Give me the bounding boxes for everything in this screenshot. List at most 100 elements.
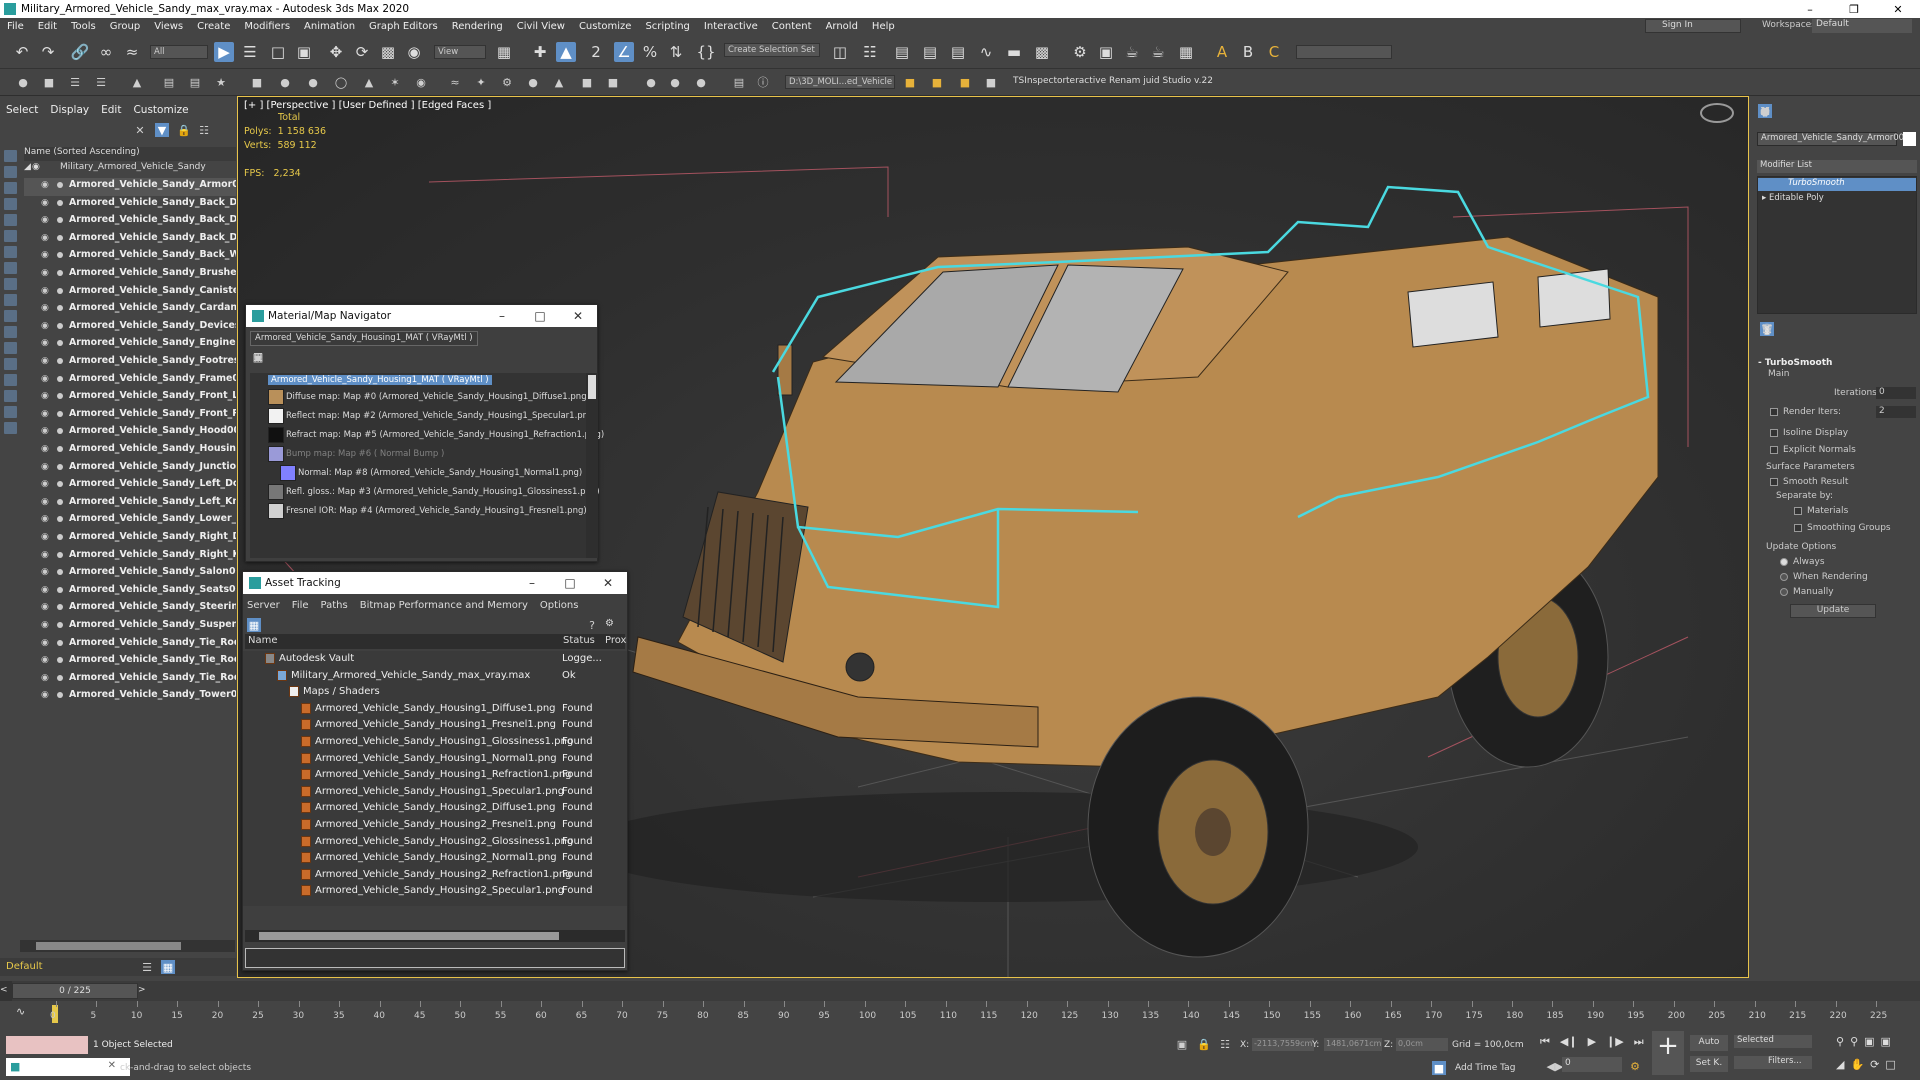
dope-icon[interactable]: ▤	[188, 75, 202, 89]
absolute-mode-icon[interactable]: ☷	[1218, 1037, 1232, 1051]
menu-modifiers[interactable]: Modifiers	[237, 21, 297, 32]
curve-editor-icon[interactable]: ∿	[976, 42, 996, 62]
geosphere-icon[interactable]: ●	[306, 75, 320, 89]
vray-cam-icon[interactable]: ●	[668, 75, 682, 89]
scene-object-row[interactable]: ◉ Armored_Vehicle_Sandy_Right_Knu	[24, 548, 236, 566]
minimize-button[interactable]: –	[513, 576, 551, 590]
visibility-eye-icon[interactable]: ◉	[41, 198, 51, 208]
materials-checkbox[interactable]	[1794, 506, 1802, 515]
sign-in-dropdown[interactable]: Sign In	[1645, 19, 1741, 33]
visibility-eye-icon[interactable]: ◉	[41, 215, 51, 225]
menu-help[interactable]: Help	[865, 21, 902, 32]
viewport-label[interactable]: [+ ] [Perspective ] [User Defined ] [Edg…	[244, 100, 491, 111]
table-view-icon[interactable]: ▦	[247, 618, 261, 632]
visibility-eye-icon[interactable]: ◉	[41, 514, 51, 524]
container-close-icon[interactable]: ■	[958, 75, 972, 89]
close-button[interactable]: ✕	[559, 309, 597, 323]
object-color-swatch[interactable]	[1903, 132, 1916, 146]
maximize-button[interactable]: □	[551, 576, 589, 590]
visibility-eye-icon[interactable]: ◉	[41, 462, 51, 472]
freeze-dot-icon[interactable]	[57, 393, 63, 400]
arnold-b-icon[interactable]: B	[1238, 42, 1258, 62]
time-slider-prev-icon[interactable]: <	[0, 981, 12, 1001]
visibility-eye-icon[interactable]: ◉	[41, 426, 51, 436]
freeze-dot-icon[interactable]	[57, 586, 63, 593]
key-filters-button[interactable]: Filters...	[1734, 1056, 1812, 1069]
display-filter-icon[interactable]	[4, 374, 17, 386]
link-icon[interactable]: 🔗	[70, 42, 90, 62]
maxscript-input[interactable]: ■ ✕	[6, 1058, 130, 1076]
arnold-c-icon[interactable]: C	[1264, 42, 1284, 62]
freeze-dot-icon[interactable]	[57, 516, 63, 523]
arnold-a-icon[interactable]: A	[1212, 42, 1232, 62]
display-filter-icon[interactable]	[4, 422, 17, 434]
select-object-icon[interactable]: ▶	[214, 42, 234, 62]
time-slider-thumb[interactable]: 0 / 225	[12, 983, 138, 999]
minimize-button[interactable]: –	[483, 309, 521, 323]
scrollbar-thumb[interactable]	[588, 375, 596, 399]
modifier-list-dropdown[interactable]: Modifier List	[1757, 160, 1917, 173]
z-coord-field[interactable]: 0,0cm	[1396, 1038, 1448, 1051]
hierarchy-toggle-icon[interactable]: ☷	[197, 123, 211, 137]
scene-object-row[interactable]: ◉ Armored_Vehicle_Sandy_Canisters0	[24, 284, 236, 302]
display-filter-icon[interactable]	[4, 326, 17, 338]
visibility-eye-icon[interactable]: ◉	[41, 550, 51, 560]
restore-button[interactable]: ❐	[1832, 3, 1876, 16]
menu-file[interactable]: File	[0, 21, 31, 32]
container-open-icon[interactable]: ■	[930, 75, 944, 89]
selection-filter-dropdown[interactable]: All	[150, 45, 208, 59]
asset-menu-server[interactable]: Server	[247, 600, 280, 611]
visibility-eye-icon[interactable]: ◉	[41, 374, 51, 384]
display-filter-icon[interactable]	[4, 230, 17, 242]
menu-tools[interactable]: Tools	[64, 21, 103, 32]
rendered-frame-window-icon[interactable]: ▣	[1096, 42, 1116, 62]
freeze-dot-icon[interactable]	[57, 428, 63, 435]
filter-icon[interactable]: ▼	[155, 123, 169, 137]
selection-lock-icon[interactable]: 🔒	[1197, 1037, 1211, 1051]
rotate-icon[interactable]: ⟳	[352, 42, 372, 62]
freeze-dot-icon[interactable]	[57, 340, 63, 347]
modifier-editable-poly[interactable]: ▸ Editable Poly	[1762, 193, 1824, 203]
graphite-icon[interactable]: ■	[42, 75, 56, 89]
vray-toolbar-icon[interactable]: ●	[694, 75, 708, 89]
scene-object-row[interactable]: ◉ Armored_Vehicle_Sandy_Brushes00	[24, 266, 236, 284]
isoline-display-checkbox[interactable]	[1770, 428, 1778, 437]
visibility-eye-icon[interactable]: ◉	[41, 303, 51, 313]
previous-frame-icon[interactable]: ◀❙	[1560, 1035, 1578, 1049]
asset-row[interactable]: Armored_Vehicle_Sandy_Housing1_Normal1.p…	[245, 751, 619, 768]
pan-icon[interactable]: ✋	[1850, 1058, 1864, 1071]
help-icon[interactable]: ?	[585, 618, 599, 632]
display-filter-icon[interactable]	[4, 310, 17, 322]
freeze-dot-icon[interactable]	[57, 322, 63, 329]
expand-toggle-icon[interactable]: ◢	[24, 162, 31, 172]
visibility-eye-icon[interactable]: ◉	[41, 567, 51, 577]
zoom-extents-icon[interactable]: ▣	[1864, 1035, 1874, 1048]
freeze-dot-icon[interactable]	[57, 182, 63, 188]
system-icon[interactable]: ⚙	[500, 75, 514, 89]
vray-sphere-icon[interactable]: ●	[644, 75, 658, 89]
asset-row[interactable]: Armored_Vehicle_Sandy_Housing1_Specular1…	[245, 784, 619, 801]
visibility-eye-icon[interactable]: ◉	[41, 655, 51, 665]
visibility-eye-icon[interactable]: ◉	[41, 180, 51, 190]
freeze-dot-icon[interactable]	[57, 481, 63, 488]
window-crossing-icon[interactable]: ▣	[294, 42, 314, 62]
scene-object-row[interactable]: ◉ Armored_Vehicle_Sandy_Tie_Rod_0	[24, 653, 236, 671]
freeze-dot-icon[interactable]	[57, 622, 63, 628]
torus-icon[interactable]: ◯	[334, 75, 348, 89]
freeze-dot-icon[interactable]	[57, 358, 63, 364]
cone-icon[interactable]: ▲	[362, 75, 376, 89]
display-filter-icon[interactable]	[4, 358, 17, 370]
name-column-header[interactable]: Name (Sorted Ascending)	[24, 147, 236, 161]
scene-object-row[interactable]: ◉ Armored_Vehicle_Sandy_Engine001	[24, 336, 236, 354]
next-frame-icon[interactable]: ❙▶	[1606, 1035, 1624, 1049]
ribbon-toggle-icon[interactable]: ▤	[948, 42, 968, 62]
time-slider-next-icon[interactable]: >	[138, 981, 150, 1001]
visibility-eye-icon[interactable]: ◉	[41, 268, 51, 278]
container-lock-icon[interactable]: ■	[984, 75, 998, 89]
display-filter-icon[interactable]	[4, 246, 17, 258]
asset-menu-options[interactable]: Options	[540, 600, 579, 611]
scrollbar-thumb[interactable]	[36, 942, 181, 950]
configure-modifier-sets-icon[interactable]: ✎	[1760, 322, 1774, 336]
maximize-button[interactable]: □	[521, 309, 559, 323]
spinner-snap-icon[interactable]: ⇅	[666, 42, 686, 62]
